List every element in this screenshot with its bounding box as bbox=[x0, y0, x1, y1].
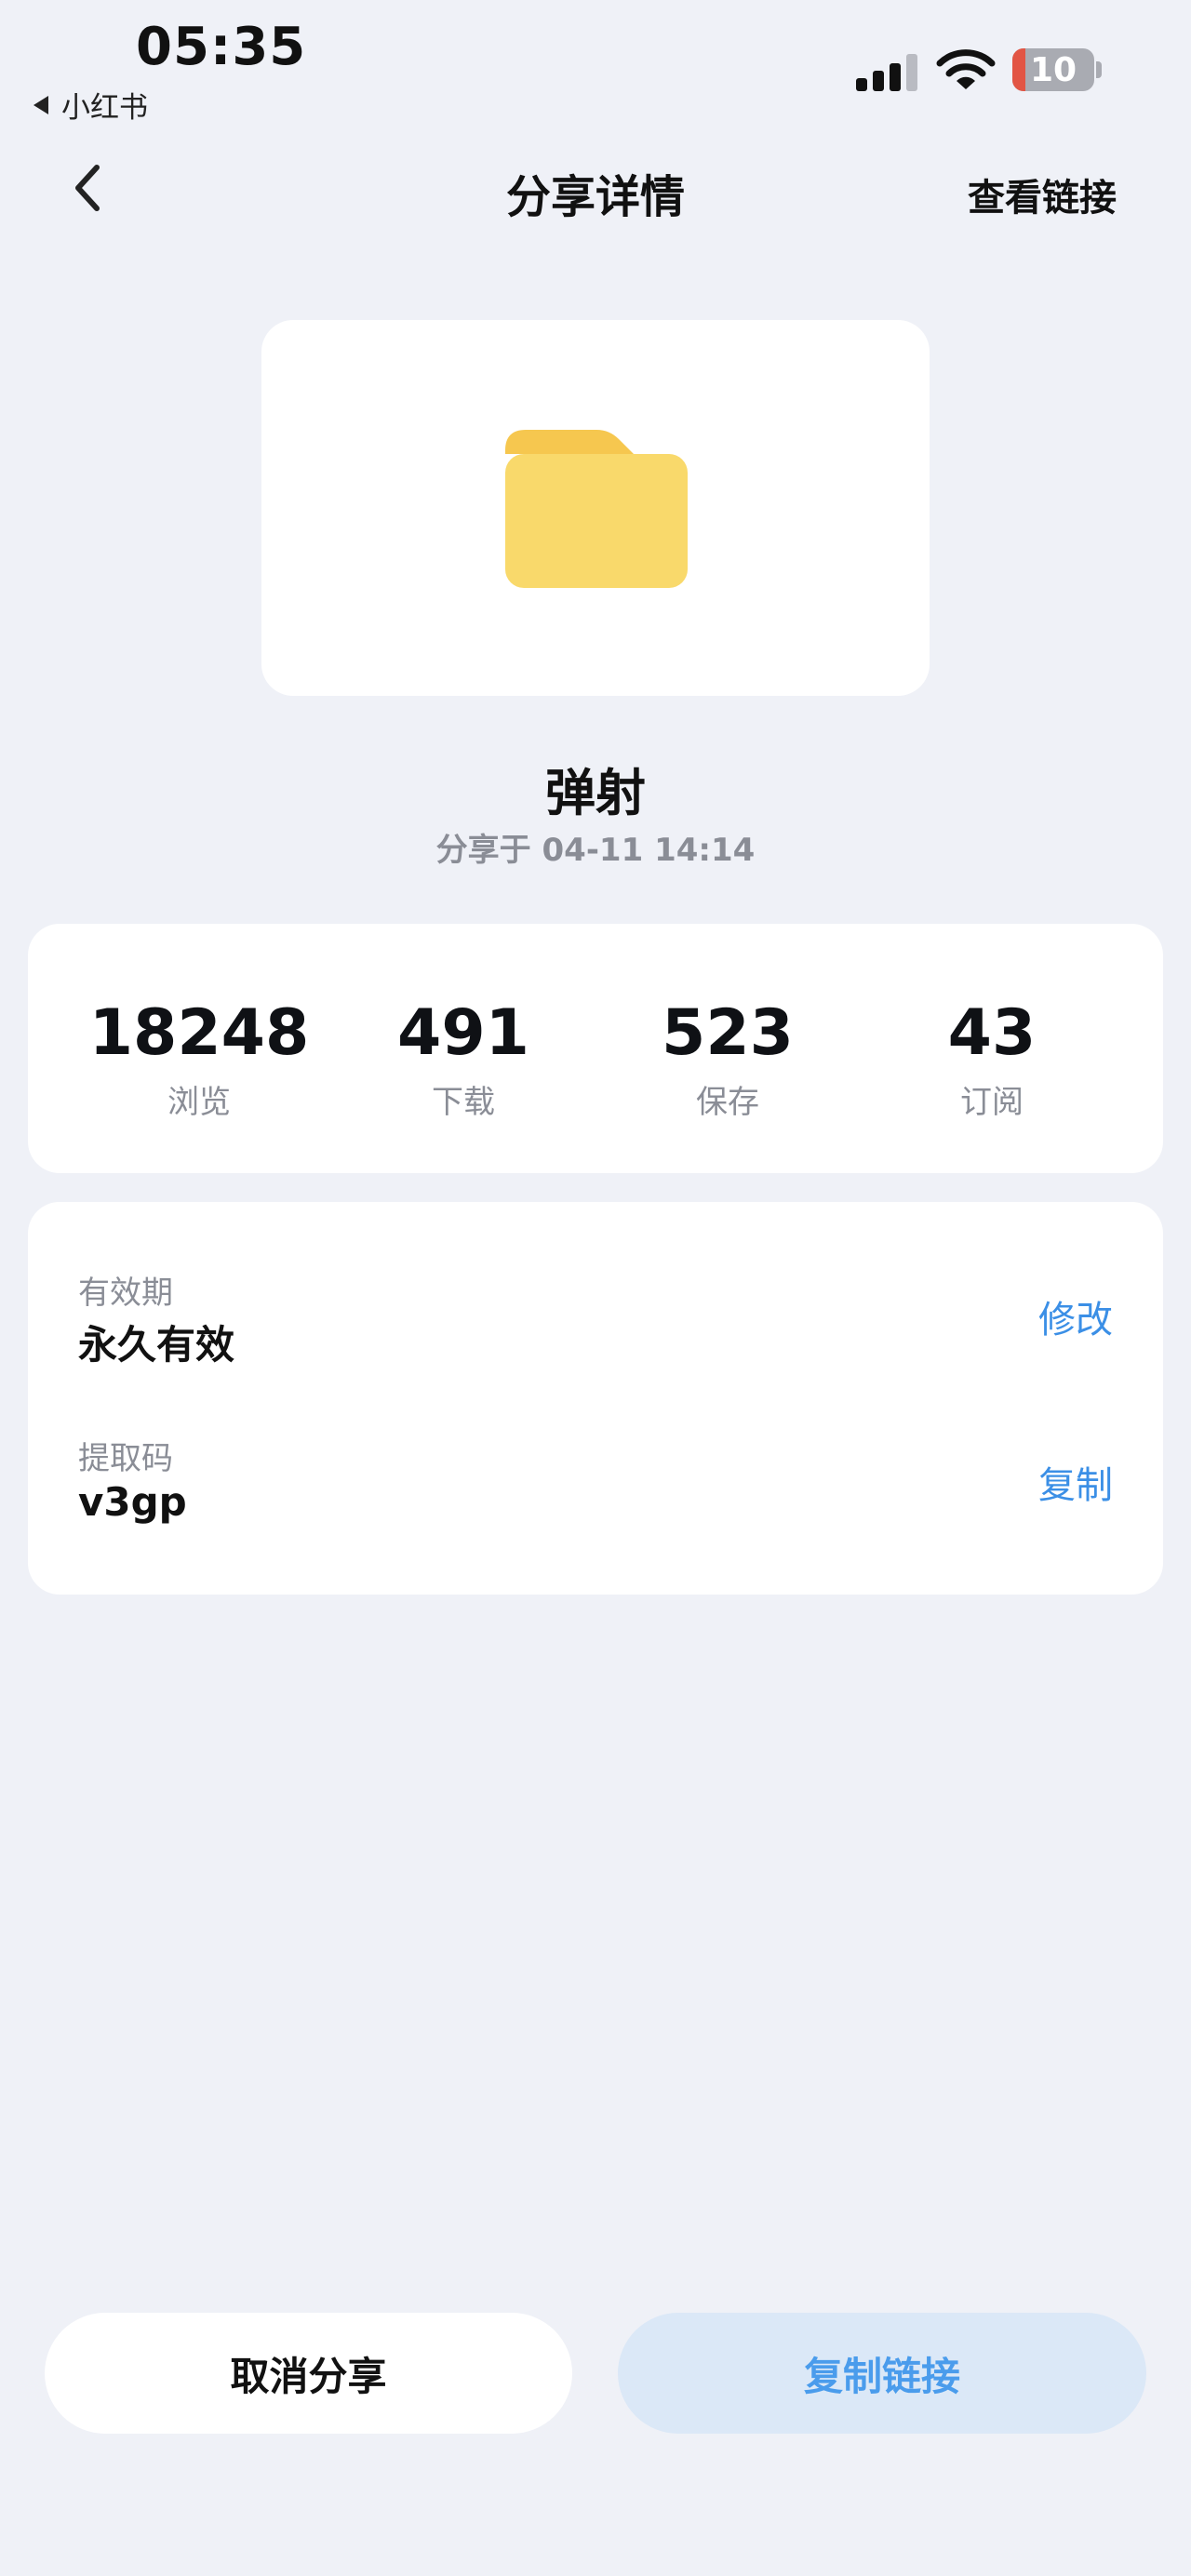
stat-value: 18248 bbox=[88, 996, 310, 1070]
folder-icon bbox=[505, 430, 688, 588]
copy-code-button[interactable]: 复制 bbox=[1038, 1455, 1113, 1509]
stat-value: 491 bbox=[397, 996, 529, 1070]
code-value: v3gp bbox=[78, 1479, 187, 1525]
stats-card: 18248 浏览 491 下载 523 保存 43 订阅 bbox=[28, 924, 1163, 1173]
folder-preview-card bbox=[261, 320, 930, 696]
stat-label: 下载 bbox=[432, 1084, 495, 1121]
stat-label: 订阅 bbox=[960, 1084, 1024, 1121]
validity-value: 永久有效 bbox=[78, 1322, 235, 1368]
battery-level: 10 bbox=[1029, 50, 1077, 89]
stat-subscriptions: 43 订阅 bbox=[880, 996, 1104, 1122]
cancel-share-button[interactable]: 取消分享 bbox=[45, 2313, 572, 2434]
stat-views: 18248 浏览 bbox=[87, 996, 311, 1122]
copy-link-button[interactable]: 复制链接 bbox=[618, 2313, 1146, 2434]
modify-validity-button[interactable]: 修改 bbox=[1038, 1289, 1113, 1343]
stat-label: 浏览 bbox=[167, 1084, 231, 1121]
status-time: 05:35 bbox=[136, 17, 307, 77]
wifi-icon bbox=[936, 49, 996, 89]
battery-cap bbox=[1096, 61, 1102, 78]
back-app-label: 小红书 bbox=[61, 91, 148, 125]
stat-label: 保存 bbox=[696, 1084, 759, 1121]
back-to-app-link[interactable]: 小红书 bbox=[33, 84, 148, 126]
stat-saves: 523 保存 bbox=[616, 996, 839, 1122]
share-time: 分享于 04-11 14:14 bbox=[435, 832, 756, 869]
stat-value: 523 bbox=[662, 996, 794, 1070]
back-triangle-icon bbox=[33, 95, 48, 114]
file-name: 弹射 bbox=[545, 764, 646, 822]
view-link-button[interactable]: 查看链接 bbox=[968, 167, 1117, 221]
validity-label: 有效期 bbox=[78, 1275, 173, 1312]
battery-icon: 10 bbox=[1012, 48, 1094, 91]
stat-value: 43 bbox=[947, 996, 1037, 1070]
share-info-card: 有效期 永久有效 修改 提取码 v3gp 复制 bbox=[28, 1202, 1163, 1595]
code-label: 提取码 bbox=[78, 1440, 173, 1477]
stat-downloads: 491 下载 bbox=[352, 996, 575, 1122]
cellular-signal-icon bbox=[856, 50, 917, 91]
